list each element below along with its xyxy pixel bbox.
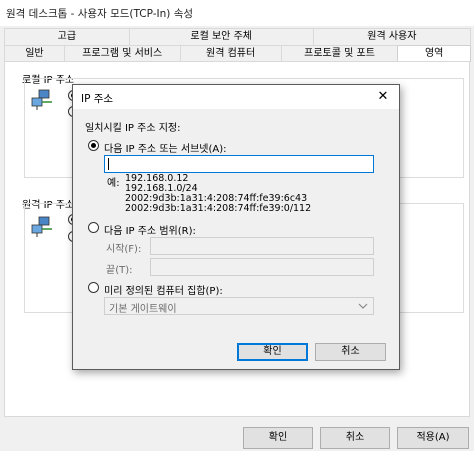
predefined-set-value: 기본 게이트웨이 (109, 304, 177, 315)
range-start-label: 시작(F): (106, 244, 142, 255)
example-item: 2002:9d3b:1a31:4:208:74ff:fe39:0/112 (125, 203, 312, 214)
tab-remote-users[interactable]: 원격 사용자 (312, 28, 472, 45)
address-range-label: 다음 IP 주소 범위(R): (104, 226, 196, 237)
predefined-set-select[interactable]: 기본 게이트웨이 (104, 297, 374, 315)
tab-scope[interactable]: 영역 (397, 45, 471, 62)
dialog-cancel-button[interactable]: 취소 (315, 343, 386, 361)
example-label: 예: (107, 178, 120, 189)
dialog-title: IP 주소 (81, 93, 114, 105)
dialog-ok-button[interactable]: 확인 (237, 343, 308, 361)
network-computers-icon (30, 89, 54, 111)
dialog-title-bar: IP 주소 ✕ (73, 85, 399, 109)
example-list: 192.168.0.12 192.168.1.0/24 2002:9d3b:1a… (125, 174, 311, 214)
address-subnet-radio[interactable] (88, 140, 99, 151)
dialog-prompt: 일치시킬 IP 주소 지정: (85, 123, 181, 134)
address-input[interactable] (104, 155, 374, 173)
address-range-radio[interactable] (88, 222, 99, 233)
window-title-bar: 원격 데스크톱 - 사용자 모드(TCP-In) 속성 (0, 0, 474, 26)
tab-row-bottom: 일반 프로그램 및 서비스 원격 컴퓨터 프로토콜 및 포트 영역 (4, 45, 471, 62)
network-computers-icon (30, 216, 54, 238)
predefined-set-radio[interactable] (88, 282, 99, 293)
range-start-input[interactable] (150, 237, 374, 255)
tab-advanced[interactable]: 고급 (4, 28, 130, 45)
tab-protocols-ports[interactable]: 프로토콜 및 포트 (280, 45, 399, 62)
predefined-set-label: 미리 정의된 컴퓨터 집합(P): (104, 286, 223, 297)
close-icon[interactable]: ✕ (373, 88, 393, 106)
range-end-input[interactable] (150, 258, 374, 276)
range-end-label: 끝(T): (106, 265, 133, 276)
ip-address-dialog: IP 주소 ✕ 일치시킬 IP 주소 지정: 다음 IP 주소 또는 서브넷(A… (72, 84, 400, 370)
window-title: 원격 데스크톱 - 사용자 모드(TCP-In) 속성 (6, 8, 194, 20)
ok-button[interactable]: 확인 (243, 427, 313, 449)
tab-general[interactable]: 일반 (4, 45, 65, 62)
tab-programs-services[interactable]: 프로그램 및 서비스 (63, 45, 181, 62)
chevron-down-icon (358, 301, 368, 311)
address-subnet-label: 다음 IP 주소 또는 서브넷(A): (104, 144, 227, 155)
tab-local-principals[interactable]: 로컬 보안 주체 (128, 28, 314, 45)
tab-row-top: 고급 로컬 보안 주체 원격 사용자 (4, 28, 472, 45)
tab-remote-computers[interactable]: 원격 컴퓨터 (179, 45, 282, 62)
apply-button[interactable]: 적용(A) (397, 427, 469, 449)
cancel-button[interactable]: 취소 (320, 427, 390, 449)
text-caret (108, 158, 109, 170)
